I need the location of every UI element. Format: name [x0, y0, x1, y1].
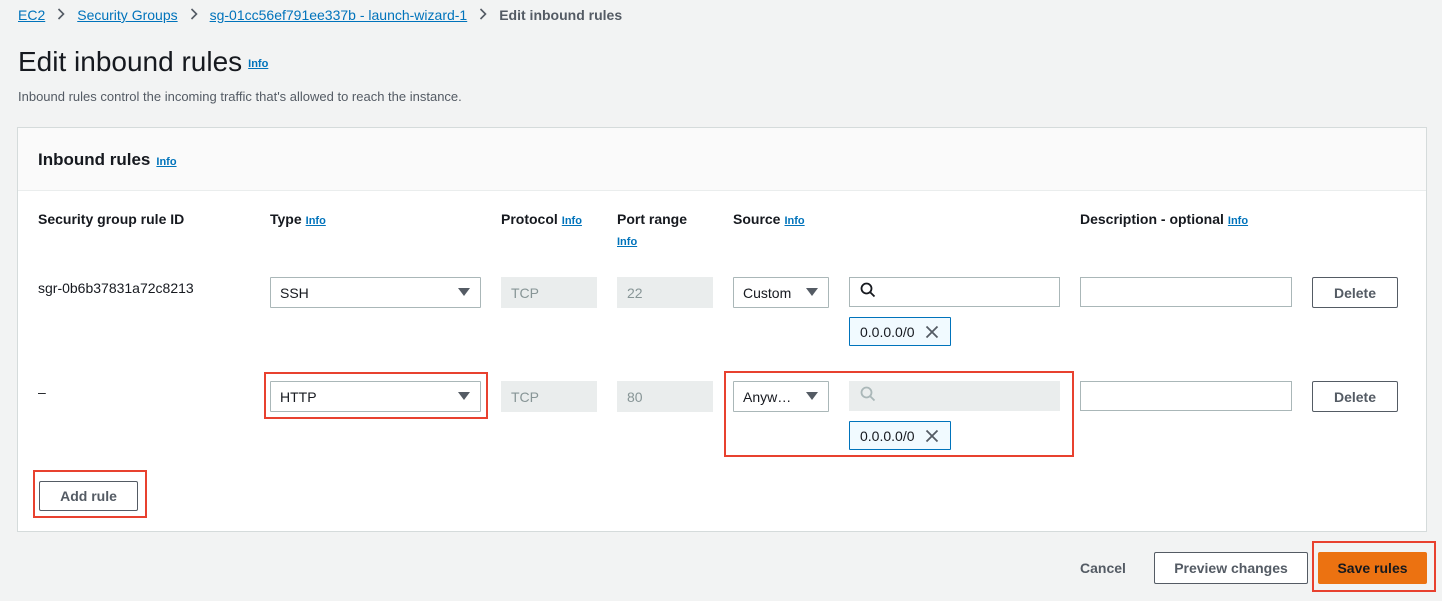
type-select-1-value: SSH — [280, 284, 309, 301]
description-info-link[interactable]: Info — [1228, 215, 1248, 227]
source-cidr-search-1[interactable] — [849, 277, 1060, 307]
source-info-link[interactable]: Info — [784, 215, 804, 227]
source-select-1-value: Custom — [743, 284, 792, 301]
column-header-description: Description - optional Info — [1080, 211, 1248, 227]
caret-down-icon — [458, 288, 470, 296]
cidr-token-1: 0.0.0.0/0 — [849, 317, 951, 346]
search-icon — [860, 282, 876, 303]
column-header-port-range-label: Port range — [617, 211, 688, 227]
rule-id-1: sgr-0b6b37831a72c8213 — [38, 280, 194, 296]
breadcrumb-security-group[interactable]: sg-01cc56ef791ee337b - launch-wizard-1 — [210, 7, 468, 23]
column-header-type-label: Type — [270, 211, 302, 227]
rule-id-2: – — [38, 384, 46, 400]
breadcrumb-current: Edit inbound rules — [499, 7, 623, 23]
port-range-field-1: 22 — [617, 277, 713, 308]
port-range-field-2: 80 — [617, 381, 713, 412]
page-title-text: Edit inbound rules — [18, 46, 243, 77]
inbound-rules-panel: Inbound rules Info — [17, 127, 1427, 532]
panel-info-link[interactable]: Info — [156, 156, 176, 168]
protocol-field-1-value: TCP — [511, 284, 539, 301]
protocol-field-1: TCP — [501, 277, 597, 308]
port-range-field-2-value: 80 — [627, 388, 643, 405]
preview-changes-button[interactable]: Preview changes — [1154, 552, 1308, 584]
chevron-right-icon — [57, 7, 65, 23]
protocol-field-2: TCP — [501, 381, 597, 412]
description-input-1[interactable] — [1080, 277, 1292, 307]
protocol-info-link[interactable]: Info — [562, 215, 582, 227]
column-header-rule-id: Security group rule ID — [38, 211, 184, 227]
source-select-1[interactable]: Custom — [733, 277, 829, 308]
column-header-rule-id-label: Security group rule ID — [38, 211, 185, 227]
port-range-field-1-value: 22 — [627, 284, 643, 301]
cidr-token-1-label: 0.0.0.0/0 — [860, 323, 915, 340]
highlight-source — [724, 371, 1074, 457]
breadcrumb: EC2 Security Groups sg-01cc56ef791ee337b… — [18, 6, 622, 24]
port-range-info-link[interactable]: Info — [617, 236, 637, 248]
delete-rule-button-1[interactable]: Delete — [1312, 277, 1398, 308]
delete-rule-button-2-label: Delete — [1333, 388, 1377, 405]
highlight-add-rule — [33, 470, 147, 518]
column-header-source: Source Info — [733, 211, 805, 227]
panel-header — [18, 128, 1426, 191]
page-description: Inbound rules control the incoming traff… — [18, 89, 462, 104]
column-header-protocol-label: Protocol — [501, 211, 558, 227]
delete-rule-button-1-label: Delete — [1333, 284, 1377, 301]
cancel-button[interactable]: Cancel — [1080, 560, 1126, 576]
delete-rule-button-2[interactable]: Delete — [1312, 381, 1398, 412]
panel-title-text: Inbound rules — [38, 150, 151, 169]
preview-changes-button-label: Preview changes — [1174, 560, 1288, 576]
highlight-save-rules — [1312, 541, 1436, 592]
type-select-1[interactable]: SSH — [270, 277, 481, 308]
highlight-type-select — [264, 372, 488, 419]
page-info-link[interactable]: Info — [248, 58, 268, 70]
caret-down-icon — [806, 288, 818, 296]
description-input-2[interactable] — [1080, 381, 1292, 411]
panel-title: Inbound rules Info — [38, 150, 177, 170]
column-header-protocol: Protocol Info — [501, 211, 582, 227]
column-header-port-range: Port range — [617, 211, 687, 227]
column-header-description-label: Description - optional — [1080, 211, 1224, 227]
chevron-right-icon — [190, 7, 198, 23]
page-title: Edit inbound rules Info — [18, 46, 268, 78]
chevron-right-icon — [479, 7, 487, 23]
column-header-source-label: Source — [733, 211, 781, 227]
type-info-link[interactable]: Info — [306, 215, 326, 227]
breadcrumb-ec2[interactable]: EC2 — [18, 7, 45, 23]
breadcrumb-security-groups[interactable]: Security Groups — [77, 7, 177, 23]
column-header-type: Type Info — [270, 211, 326, 227]
protocol-field-2-value: TCP — [511, 388, 539, 405]
close-icon[interactable] — [925, 325, 939, 339]
